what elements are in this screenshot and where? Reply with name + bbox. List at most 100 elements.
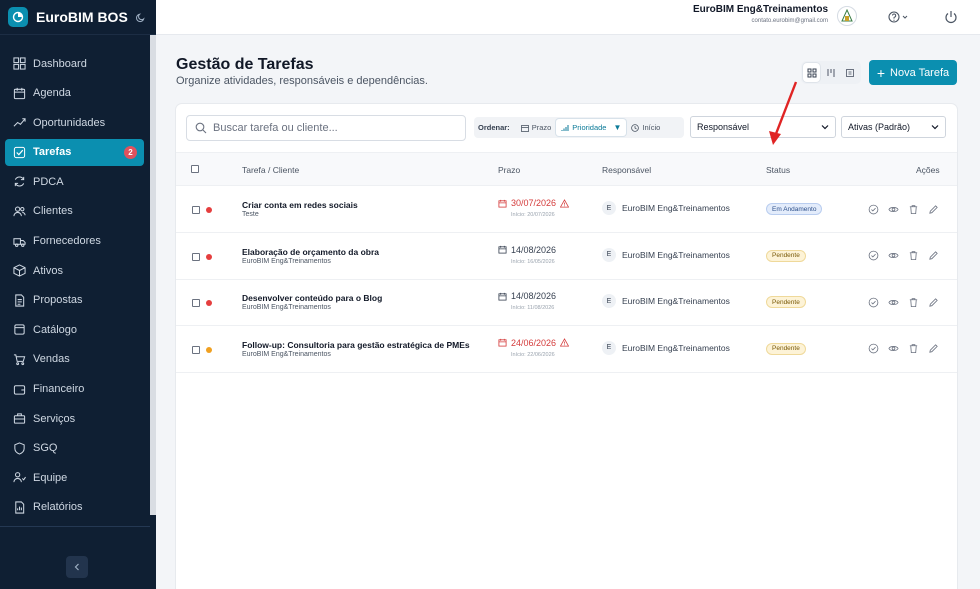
trash-icon <box>909 251 917 261</box>
task-client: EuroBIM Eng&Treinamentos <box>242 350 331 358</box>
help-menu-button[interactable] <box>887 9 911 25</box>
table-row[interactable]: Criar conta em redes sociais Teste 30/07/2… <box>176 187 957 233</box>
sidebar-item-label: Serviços <box>33 412 76 425</box>
edit-task-button[interactable] <box>927 343 939 355</box>
task-title[interactable]: Criar conta em redes sociais <box>242 200 358 210</box>
sidebar-item-equipe[interactable]: Equipe <box>5 464 144 491</box>
sort-by-start-button[interactable]: Início <box>626 119 665 136</box>
sidebar-item-servicos[interactable]: Serviços <box>5 405 144 432</box>
sidebar-item-vendas[interactable]: Vendas <box>5 346 144 373</box>
sidebar-item-pdca[interactable]: PDCA <box>5 168 144 195</box>
user-block[interactable]: EuroBIM Eng&Treinamentos contato.eurobim… <box>693 4 828 24</box>
complete-task-button[interactable] <box>867 296 879 308</box>
sidebar-item-label: Propostas <box>33 294 83 307</box>
trash-icon <box>909 344 917 354</box>
delete-task-button[interactable] <box>907 203 919 215</box>
edit-task-button[interactable] <box>927 296 939 308</box>
row-checkbox[interactable] <box>192 299 200 307</box>
sidebar-item-dashboard[interactable]: Dashboard <box>5 50 144 77</box>
sidebar-item-fornecedores[interactable]: Fornecedores <box>5 228 144 255</box>
sort-by-priority-button[interactable]: Prioridade ▼ <box>556 119 627 136</box>
view-task-button[interactable] <box>887 203 899 215</box>
sort-by-due-button[interactable]: Prazo <box>516 119 557 136</box>
task-title[interactable]: Follow-up: Consultoria para gestão estra… <box>242 340 470 350</box>
view-task-button[interactable] <box>887 296 899 308</box>
sidebar-item-financeiro[interactable]: Financeiro <box>5 376 144 403</box>
owner-avatar: E <box>602 294 616 308</box>
brand-bar: EuroBIM BOS <box>0 0 156 35</box>
logout-button[interactable] <box>943 9 959 25</box>
edit-task-button[interactable] <box>927 203 939 215</box>
theme-toggle-icon[interactable] <box>132 9 148 25</box>
collapse-sidebar-button[interactable] <box>66 556 88 578</box>
sidebar-item-ativos[interactable]: Ativos <box>5 257 144 284</box>
sidebar-item-catalogo[interactable]: Catálogo <box>5 316 144 343</box>
task-title[interactable]: Desenvolver conteúdo para o Blog <box>242 293 382 303</box>
sidebar-item-clientes[interactable]: Clientes <box>5 198 144 225</box>
view-task-button[interactable] <box>887 250 899 262</box>
sidebar-item-label: Oportunidades <box>33 116 106 129</box>
sidebar-item-sgq[interactable]: SGQ <box>5 435 144 462</box>
company-logo-avatar[interactable] <box>837 6 857 26</box>
complete-task-button[interactable] <box>867 203 879 215</box>
row-checkbox[interactable] <box>192 252 200 261</box>
dashboard-icon <box>12 57 26 71</box>
responsavel-select[interactable]: Responsável <box>690 116 836 138</box>
sort-direction-desc-icon: ▼ <box>613 123 622 132</box>
trash-icon <box>909 204 917 214</box>
sidebar-item-propostas[interactable]: Propostas <box>5 287 144 314</box>
row-checkbox[interactable] <box>192 206 200 214</box>
delete-task-button[interactable] <box>907 343 919 355</box>
clock-icon <box>631 123 640 132</box>
search-input[interactable] <box>213 122 453 134</box>
sidebar-item-tarefas[interactable]: Tarefas 2 <box>5 138 144 166</box>
company-logo-icon <box>841 9 853 22</box>
task-due: 14/08/2026 <box>498 291 556 301</box>
calendar-view-button[interactable] <box>842 63 859 82</box>
delete-task-button[interactable] <box>907 250 919 262</box>
list-view-button[interactable] <box>803 63 821 82</box>
trash-icon <box>909 297 917 307</box>
sidebar-item-oportunidades[interactable]: Oportunidades <box>5 109 144 136</box>
sort-label: Ordenar: <box>478 123 510 132</box>
owner-name: EuroBIM Eng&Treinamentos <box>622 296 730 306</box>
edit-task-button[interactable] <box>927 250 939 262</box>
status-filter-select[interactable]: Ativas (Padrão) <box>841 116 946 138</box>
status-badge: Pendente <box>766 296 806 308</box>
select-all-checkbox[interactable] <box>191 165 199 173</box>
check-circle-icon <box>868 297 878 307</box>
owner-name: EuroBIM Eng&Treinamentos <box>622 203 730 213</box>
kanban-view-button[interactable] <box>822 63 839 82</box>
table-row[interactable]: Elaboração de orçamento da obra EuroBIM E… <box>176 234 957 280</box>
table-row[interactable]: Desenvolver conteúdo para o Blog EuroBIM … <box>176 280 957 326</box>
table-row[interactable]: Follow-up: Consultoria para gestão estra… <box>176 327 957 373</box>
calendar-icon <box>12 86 26 100</box>
view-task-button[interactable] <box>887 343 899 355</box>
complete-task-button[interactable] <box>867 250 879 262</box>
task-client: EuroBIM Eng&Treinamentos <box>242 257 331 265</box>
calendar-view-icon <box>846 68 855 77</box>
status-badge: Pendente <box>766 249 806 262</box>
eye-icon <box>887 206 899 212</box>
sidebar-item-relatorios[interactable]: Relatórios <box>5 494 144 521</box>
sidebar-item-label: Equipe <box>33 471 68 484</box>
header-due: Prazo <box>498 165 521 175</box>
kanban-icon <box>827 68 835 77</box>
cycle-icon <box>12 175 26 189</box>
grid-view-icon <box>807 68 817 77</box>
task-title[interactable]: Elaboração de orçamento da obra <box>242 247 379 257</box>
sidebar-scrollbar[interactable] <box>150 35 156 515</box>
annotation-arrow-icon <box>769 81 798 145</box>
complete-task-button[interactable] <box>867 343 879 355</box>
sidebar-item-agenda[interactable]: Agenda <box>5 80 144 107</box>
check-circle-icon <box>868 250 878 261</box>
users-icon <box>12 204 26 218</box>
delete-task-button[interactable] <box>907 296 919 308</box>
row-actions <box>867 250 939 262</box>
row-checkbox[interactable] <box>192 345 200 354</box>
responsavel-select-value: Responsável <box>697 122 750 132</box>
row-actions <box>867 296 939 308</box>
priority-dot <box>206 253 212 260</box>
chevron-down-icon <box>821 125 829 130</box>
new-task-button[interactable]: + Nova Tarefa <box>869 60 957 85</box>
